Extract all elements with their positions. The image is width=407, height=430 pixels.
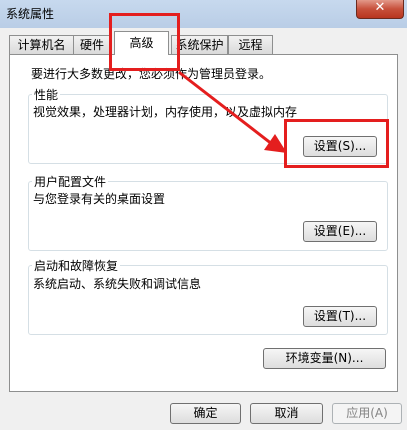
annotation-arrow [178,71,287,153]
